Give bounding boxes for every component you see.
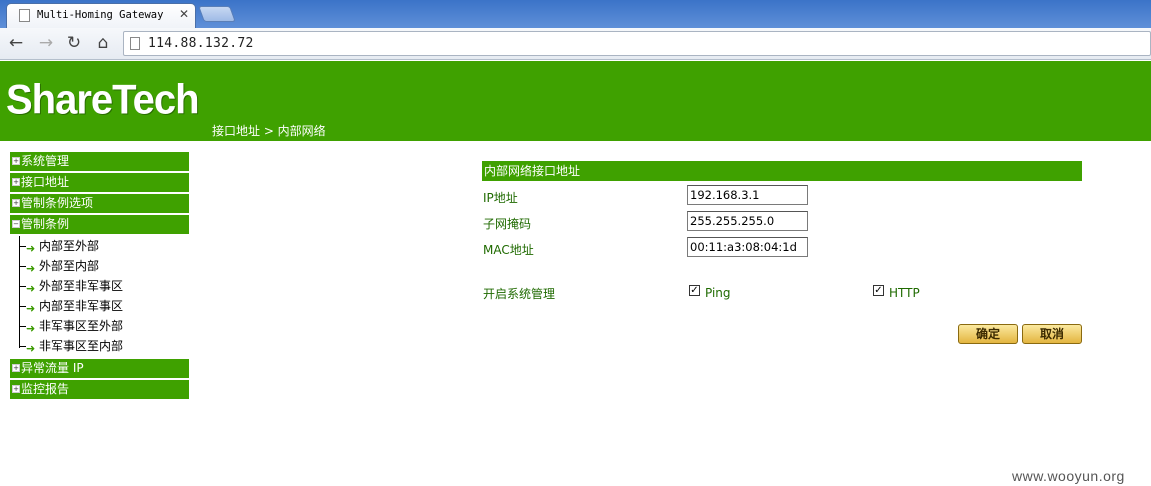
back-icon[interactable]: ← <box>6 33 26 53</box>
arrow-right-icon: ➜ <box>26 262 36 275</box>
form-title: 内部网络接口地址 <box>482 161 1082 181</box>
ok-button[interactable]: 确定 <box>958 324 1018 344</box>
expand-icon: + <box>12 178 20 186</box>
sidebar-subitem-wan-to-dmz[interactable]: ➜ 外部至非军事区 <box>19 277 123 295</box>
new-tab-button[interactable] <box>198 6 236 22</box>
tab-title: Multi-Homing Gateway <box>37 9 164 21</box>
expand-icon: + <box>12 157 20 165</box>
watermark: www.wooyun.org <box>1012 468 1125 484</box>
ping-label: Ping <box>705 286 731 300</box>
forward-icon[interactable]: → <box>36 33 56 53</box>
page-icon <box>19 9 30 22</box>
http-label: HTTP <box>889 286 920 300</box>
http-checkbox[interactable]: ✓ <box>873 285 884 296</box>
subnet-mask-field[interactable] <box>687 211 808 231</box>
sidebar-subitem-lan-to-dmz[interactable]: ➜ 内部至非军事区 <box>19 297 123 315</box>
expand-icon: + <box>12 199 20 207</box>
reload-icon[interactable]: ↻ <box>64 33 84 53</box>
browser-tab[interactable]: Multi-Homing Gateway ✕ <box>6 3 196 28</box>
sidebar-subitem-lan-to-wan[interactable]: ➜ 内部至外部 <box>19 237 99 255</box>
system-management-label: 开启系统管理 <box>483 287 556 301</box>
sidebar-item-policy-options[interactable]: + 管制条例选项 <box>10 194 189 213</box>
breadcrumb: 接口地址 > 内部网络 <box>212 124 326 138</box>
mac-label: MAC地址 <box>483 243 534 257</box>
arrow-right-icon: ➜ <box>26 242 36 255</box>
cancel-button[interactable]: 取消 <box>1022 324 1082 344</box>
sidebar-item-system[interactable]: + 系统管理 <box>10 152 189 171</box>
sidebar-item-monitor-report[interactable]: + 监控报告 <box>10 380 189 399</box>
browser-toolbar: ← → ↻ ⌂ 114.88.132.72 <box>0 28 1151 60</box>
close-tab-icon[interactable]: ✕ <box>179 7 189 21</box>
sidebar-item-interface[interactable]: + 接口地址 <box>10 173 189 192</box>
sidebar-subitem-dmz-to-lan[interactable]: ➜ 非军事区至内部 <box>19 337 123 355</box>
browser-tab-bar: Multi-Homing Gateway ✕ <box>0 0 1151 28</box>
arrow-right-icon: ➜ <box>26 282 36 295</box>
page-icon <box>130 37 140 50</box>
subnet-mask-label: 子网掩码 <box>483 217 532 231</box>
sidebar-item-policy[interactable]: − 管制条例 <box>10 215 189 234</box>
sidebar-subitem-dmz-to-wan[interactable]: ➜ 非军事区至外部 <box>19 317 123 335</box>
sidebar-subitem-wan-to-lan[interactable]: ➜ 外部至内部 <box>19 257 99 275</box>
arrow-right-icon: ➜ <box>26 322 36 335</box>
ping-checkbox[interactable]: ✓ <box>689 285 700 296</box>
ip-label: IP地址 <box>483 191 518 205</box>
logo: ShareTech <box>6 76 200 124</box>
arrow-right-icon: ➜ <box>26 302 36 315</box>
url-text[interactable]: 114.88.132.72 <box>148 36 254 51</box>
home-icon[interactable]: ⌂ <box>93 33 113 53</box>
sidebar-item-abnormal-ip[interactable]: + 异常流量 IP <box>10 359 189 378</box>
mac-address-field[interactable] <box>687 237 808 257</box>
expand-icon: + <box>12 364 20 372</box>
arrow-right-icon: ➜ <box>26 342 36 355</box>
collapse-icon: − <box>12 220 20 228</box>
expand-icon: + <box>12 385 20 393</box>
ip-address-field[interactable] <box>687 185 808 205</box>
address-bar[interactable]: 114.88.132.72 <box>123 31 1151 56</box>
